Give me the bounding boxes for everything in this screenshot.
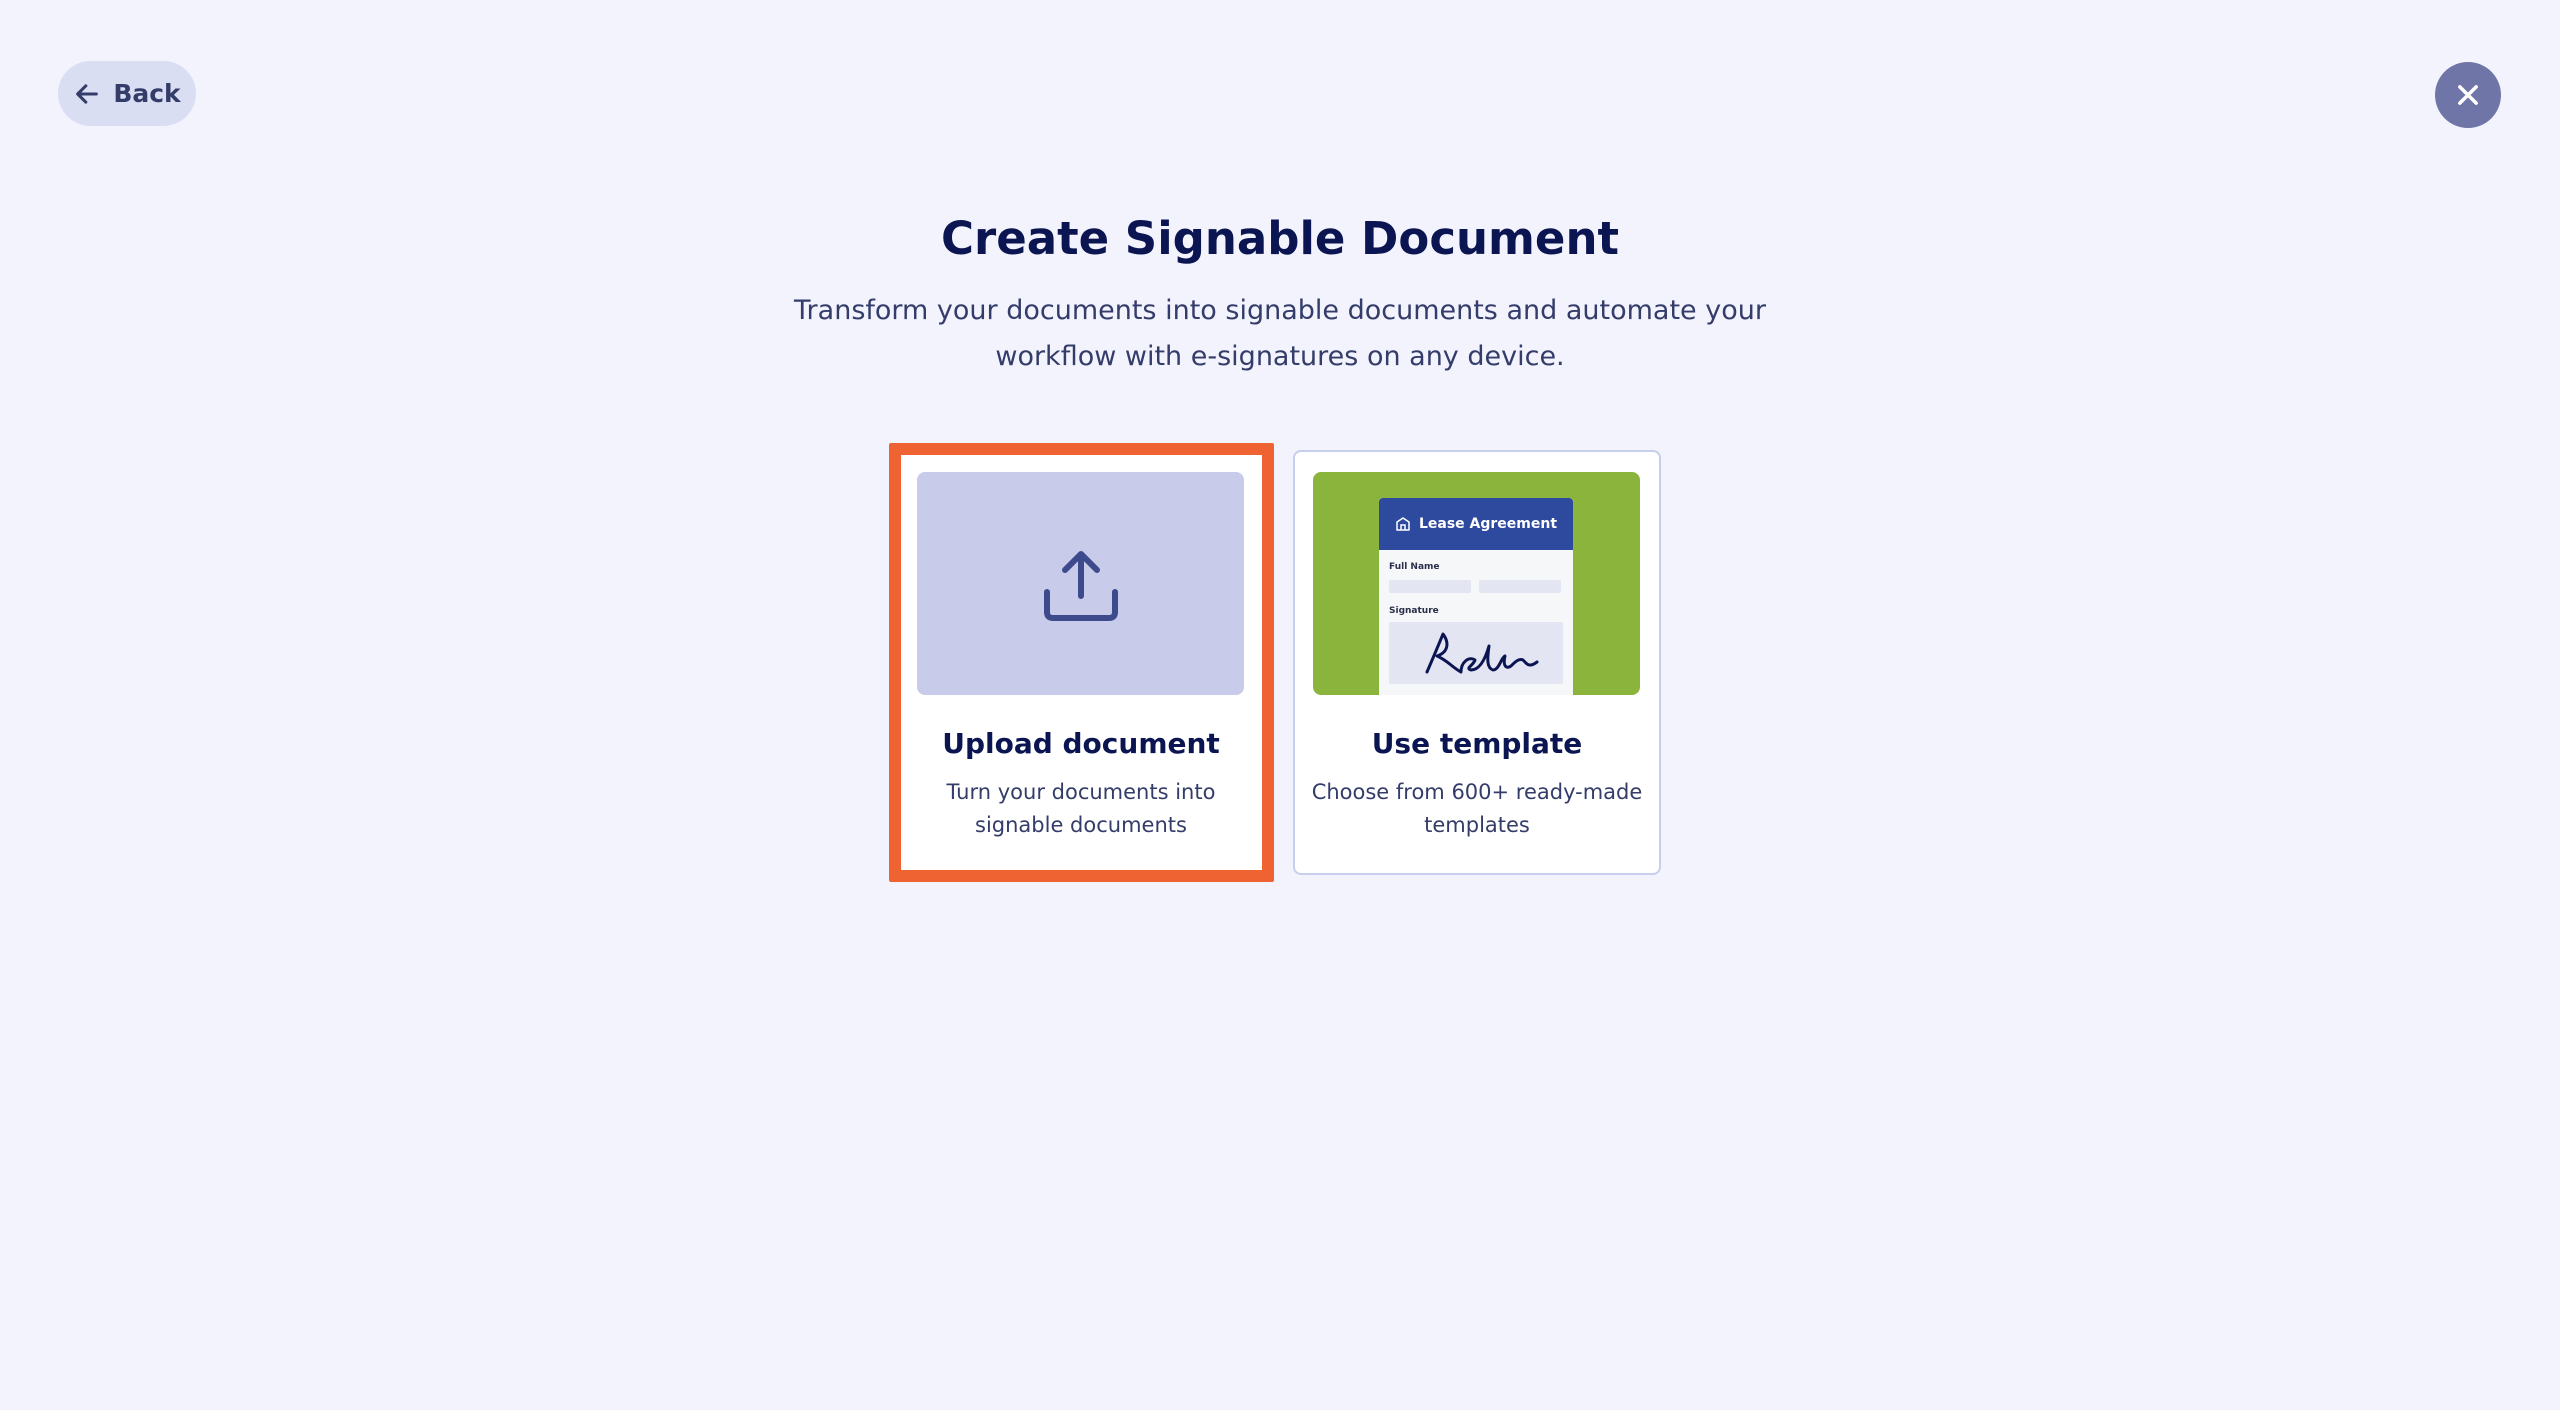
back-button-label: Back [113, 79, 181, 108]
document-header: Lease Agreement [1379, 498, 1573, 550]
template-thumbnail: Lease Agreement Full Name Signature [1313, 472, 1640, 695]
upload-icon [1043, 550, 1118, 621]
signature-scribble [1425, 632, 1539, 674]
upload-document-card[interactable]: Upload document Turn your documents into… [897, 450, 1265, 875]
page-title: Create Signable Document [940, 212, 1619, 265]
full-name-label: Full Name [1389, 562, 1440, 572]
building-icon [1396, 517, 1410, 531]
signature-label: Signature [1389, 606, 1439, 616]
back-button[interactable]: Back [58, 61, 196, 126]
use-template-card[interactable]: Lease Agreement Full Name Signature Use … [1293, 450, 1661, 875]
upload-card-title: Upload document [942, 727, 1220, 760]
last-name-field [1479, 580, 1561, 593]
template-card-description: Choose from 600+ ready-made templates [1311, 780, 1643, 837]
upload-thumbnail [917, 472, 1244, 695]
template-document-preview: Lease Agreement Full Name Signature [1379, 498, 1573, 695]
upload-card-description: Turn your documents into signable docume… [946, 780, 1216, 837]
document-title: Lease Agreement [1418, 516, 1558, 532]
create-document-page: Back Create Signable Document Transform … [0, 0, 2560, 1410]
close-button[interactable] [2435, 62, 2501, 128]
first-name-field [1389, 580, 1471, 593]
template-card-title: Use template [1371, 727, 1583, 760]
arrow-left-icon [76, 83, 99, 104]
page-subtitle: Transform your documents into signable d… [794, 295, 1766, 372]
signature-box [1389, 622, 1563, 684]
close-icon [2458, 85, 2478, 105]
